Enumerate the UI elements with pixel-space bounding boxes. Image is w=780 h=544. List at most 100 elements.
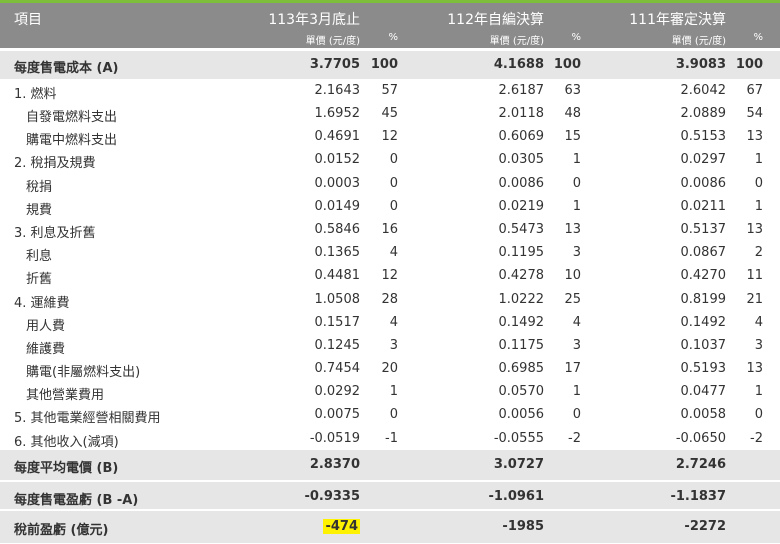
unit-price-cell: 0.0219 — [498, 199, 545, 214]
unit-price-cell: -1985 — [502, 519, 544, 534]
unit-price-cell: 0.0056 — [498, 407, 545, 422]
row-label: 規費 — [26, 203, 53, 218]
unit-price-cell: 0.0305 — [498, 152, 545, 167]
unit-price-cell: 0.0867 — [680, 245, 727, 260]
percent-cell: 48 — [564, 106, 581, 121]
unit-price-cell: 0.4270 — [680, 268, 727, 283]
percent-cell: 3 — [389, 338, 398, 353]
percent-cell: 12 — [381, 268, 398, 283]
unit-price-cell: 2.1643 — [314, 83, 361, 98]
unit-price-cell: 0.1245 — [314, 338, 361, 353]
header-col3-pct: % — [753, 32, 763, 43]
percent-cell: 63 — [564, 83, 581, 98]
unit-price-cell: 2.6187 — [498, 83, 545, 98]
row-label: 1. 燃料 — [14, 87, 57, 102]
unit-price-cell: 0.0149 — [314, 199, 361, 214]
table-row: 購電中燃料支出 0.4691 12 0.6069 15 0.5153 13 — [0, 125, 780, 148]
percent-cell: 13 — [564, 222, 581, 237]
percent-cell: 4 — [389, 245, 398, 260]
unit-price-cell: -0.0555 — [493, 431, 544, 446]
percent-cell: 1 — [754, 152, 763, 167]
unit-price-cell: -1.0961 — [488, 489, 544, 504]
table-row: 每度平均電價 (B) 2.8370 3.0727 2.7246 — [0, 450, 780, 480]
unit-price-cell: 0.6985 — [498, 361, 545, 376]
unit-price-cell: 0.4481 — [314, 268, 361, 283]
table-row: 每度售電成本 (A) 3.7705 100 4.1688 100 3.9083 100 — [0, 51, 780, 79]
header-col1-pct: % — [388, 32, 398, 43]
unit-price-cell: 1.0222 — [498, 292, 545, 307]
unit-price-cell: 2.8370 — [309, 457, 360, 472]
percent-cell: -2 — [568, 431, 581, 446]
row-label: 4. 運維費 — [14, 296, 70, 311]
table-row: 1. 燃料 2.1643 57 2.6187 63 2.6042 67 — [0, 79, 780, 102]
row-label: 5. 其他電業經營相關費用 — [14, 411, 161, 426]
unit-price-cell: 0.0086 — [680, 176, 727, 191]
unit-price-cell: 0.8199 — [680, 292, 727, 307]
unit-price-cell: 2.7246 — [675, 457, 726, 472]
percent-cell: 100 — [553, 57, 581, 72]
unit-price-cell: 0.1037 — [680, 338, 727, 353]
row-label: 自發電燃料支出 — [26, 110, 118, 125]
percent-cell: 13 — [746, 129, 763, 144]
unit-price-cell: -0.0650 — [675, 431, 726, 446]
percent-cell: 10 — [564, 268, 581, 283]
table-row: 6. 其他收入(減項) -0.0519 -1 -0.0555 -2 -0.0650 -2 — [0, 427, 780, 450]
unit-price-cell: 2.0889 — [680, 106, 727, 121]
unit-price-cell: 0.5193 — [680, 361, 727, 376]
header-col3-title: 111年審定決算 — [629, 12, 726, 28]
unit-price-cell: 0.0292 — [314, 384, 361, 399]
unit-price-cell: 0.1492 — [498, 315, 545, 330]
percent-cell: 100 — [370, 57, 398, 72]
table-row: 規費 0.0149 0 0.0219 1 0.0211 1 — [0, 195, 780, 218]
unit-price-cell: 3.7705 — [309, 57, 360, 72]
table-row: 4. 運維費 1.0508 28 1.0222 25 0.8199 21 — [0, 288, 780, 311]
unit-price-cell: 0.1492 — [680, 315, 727, 330]
unit-price-cell: 0.1175 — [498, 338, 545, 353]
unit-price-cell: 0.0570 — [498, 384, 545, 399]
row-label: 3. 利息及折舊 — [14, 226, 96, 241]
unit-price-cell: 0.0058 — [680, 407, 727, 422]
percent-cell: 0 — [754, 176, 763, 191]
percent-cell: 28 — [381, 292, 398, 307]
unit-price-cell: 0.0075 — [314, 407, 361, 422]
unit-price-cell: 0.7454 — [314, 361, 361, 376]
percent-cell: -2 — [750, 431, 763, 446]
row-label: 每度售電盈虧 (B -A) — [14, 493, 139, 508]
table-row: 稅前盈虧 (億元) -474 -1985 -2272 — [0, 509, 780, 543]
table-row: 2. 稅捐及規費 0.0152 0 0.0305 1 0.0297 1 — [0, 148, 780, 172]
unit-price-cell: 4.1688 — [493, 57, 544, 72]
percent-cell: 4 — [754, 315, 763, 330]
percent-cell: 1 — [389, 384, 398, 399]
percent-cell: 0 — [572, 176, 581, 191]
unit-price-cell: 0.6069 — [498, 129, 545, 144]
unit-price-cell: 0.4691 — [314, 129, 361, 144]
unit-price-cell: 0.5473 — [498, 222, 545, 237]
percent-cell: 12 — [381, 129, 398, 144]
unit-price-cell: 1.6952 — [314, 106, 361, 121]
percent-cell: 67 — [746, 83, 763, 98]
percent-cell: 3 — [754, 338, 763, 353]
unit-price-cell: -1.1837 — [670, 489, 726, 504]
percent-cell: 100 — [735, 57, 763, 72]
percent-cell: 13 — [746, 361, 763, 376]
unit-price-cell: -0.9335 — [304, 489, 360, 504]
percent-cell: 4 — [389, 315, 398, 330]
percent-cell: 54 — [746, 106, 763, 121]
table-row: 其他營業費用 0.0292 1 0.0570 1 0.0477 1 — [0, 380, 780, 403]
percent-cell: 11 — [746, 268, 763, 283]
percent-cell: 45 — [381, 106, 398, 121]
percent-cell: 1 — [754, 199, 763, 214]
unit-price-cell: -2272 — [684, 519, 726, 534]
percent-cell: 21 — [746, 292, 763, 307]
unit-price-cell: 2.6042 — [680, 83, 727, 98]
percent-cell: 1 — [572, 199, 581, 214]
percent-cell: 1 — [572, 384, 581, 399]
unit-price-cell: 0.0477 — [680, 384, 727, 399]
percent-cell: -1 — [385, 431, 398, 446]
table-row: 維護費 0.1245 3 0.1175 3 0.1037 3 — [0, 334, 780, 357]
table-row: 稅捐 0.0003 0 0.0086 0 0.0086 0 — [0, 172, 780, 195]
table-row: 3. 利息及折舊 0.5846 16 0.5473 13 0.5137 13 — [0, 218, 780, 241]
unit-price-cell: 0.4278 — [498, 268, 545, 283]
header-col1-unit: 單價 (元/度) — [305, 36, 360, 47]
unit-price-cell: -0.0519 — [309, 431, 360, 446]
